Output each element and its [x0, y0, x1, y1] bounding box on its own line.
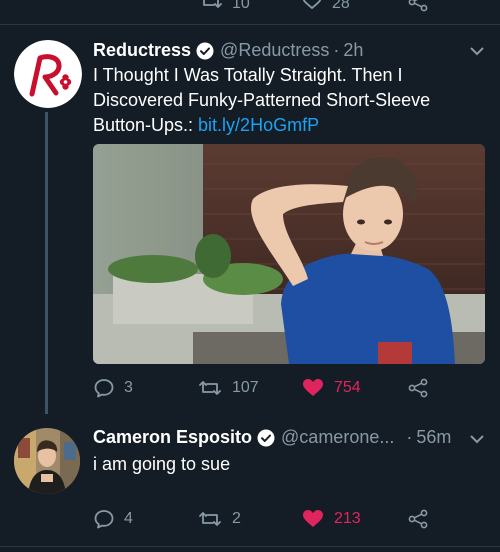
tweet-body: I Thought I Was Totally Straight. Then I…	[93, 63, 478, 138]
retweet-count: 2	[232, 510, 241, 527]
verified-icon	[196, 42, 214, 60]
previous-tweet-actions: 10 28	[0, 0, 500, 14]
tweet-divider	[0, 546, 500, 547]
tweet-actions: 3 107 754	[0, 378, 500, 402]
thread-connector-line	[45, 112, 48, 414]
header-separator: ·	[333, 40, 340, 60]
like-action[interactable]: 213	[302, 509, 361, 529]
previous-like-action[interactable]: 28	[302, 0, 350, 15]
tweet-media-image[interactable]	[93, 144, 485, 364]
tweet-divider	[0, 24, 500, 25]
author-name[interactable]: Cameron Esposito	[93, 427, 252, 448]
chevron-down-icon[interactable]	[470, 431, 484, 447]
tweet-timestamp[interactable]: 2h	[343, 40, 363, 61]
previous-share-action[interactable]	[408, 0, 428, 17]
tweet-header: Cameron Esposito @camerone... · 56m	[93, 427, 451, 448]
reductress-avatar[interactable]	[14, 40, 82, 108]
tweet-actions: 4 2 213	[0, 509, 500, 533]
heart-icon	[302, 378, 324, 398]
share-action[interactable]	[408, 378, 428, 398]
heart-icon	[302, 509, 324, 529]
reply-count: 3	[124, 379, 133, 396]
share-action[interactable]	[408, 509, 428, 529]
previous-retweet-action[interactable]: 10	[200, 0, 250, 15]
share-icon	[408, 509, 428, 529]
cameron-avatar[interactable]	[14, 428, 80, 494]
tweet-link[interactable]: bit.ly/2HoGmfP	[198, 115, 319, 135]
tweet-body: i am going to sue	[93, 452, 478, 477]
reply-count: 4	[124, 510, 133, 527]
previous-like-count: 28	[332, 0, 350, 12]
tweet-text: i am going to sue	[93, 454, 231, 474]
reply-action[interactable]: 3	[94, 378, 133, 398]
like-count: 213	[334, 510, 361, 527]
retweet-count: 107	[232, 379, 259, 396]
author-handle[interactable]: @camerone...	[281, 427, 394, 448]
author-name[interactable]: Reductress	[93, 40, 191, 61]
author-handle[interactable]: @Reductress	[220, 40, 329, 61]
header-separator: ·	[406, 427, 413, 447]
retweet-action[interactable]: 107	[198, 378, 259, 398]
reply-icon	[94, 509, 114, 529]
previous-retweet-count: 10	[232, 0, 250, 12]
chevron-down-icon[interactable]	[470, 43, 484, 59]
tweet-header: Reductress @Reductress · 2h	[93, 40, 363, 61]
verified-icon	[257, 429, 275, 447]
retweet-icon	[198, 509, 222, 529]
like-action[interactable]: 754	[302, 378, 361, 398]
reply-icon	[94, 378, 114, 398]
share-icon	[408, 0, 428, 17]
retweet-icon	[198, 378, 222, 398]
retweet-icon	[200, 0, 222, 15]
share-icon	[408, 378, 428, 398]
tweet-timestamp[interactable]: 56m	[416, 427, 451, 448]
retweet-action[interactable]: 2	[198, 509, 241, 529]
like-count: 754	[334, 379, 361, 396]
reply-action[interactable]: 4	[94, 509, 133, 529]
heart-outline-icon	[302, 0, 322, 15]
